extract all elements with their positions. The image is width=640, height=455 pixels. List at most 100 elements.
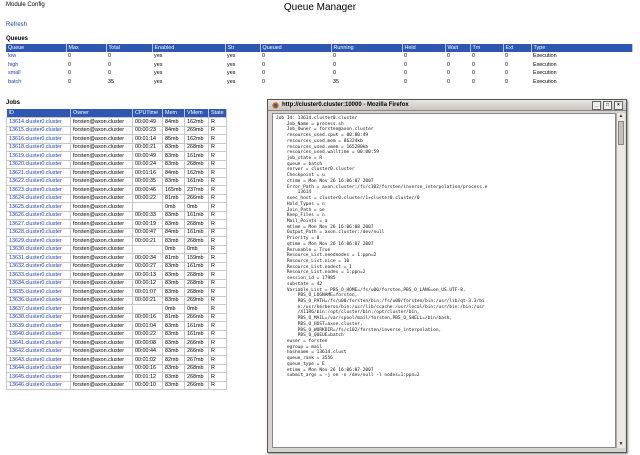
job-cell: R bbox=[208, 346, 227, 356]
job-id-link[interactable]: 13628.cluster0.cluster bbox=[6, 227, 71, 237]
job-cell: 237mb bbox=[184, 185, 209, 195]
queues-col-header[interactable]: Running bbox=[331, 44, 403, 52]
job-id-link[interactable]: 13636.cluster0.cluster bbox=[6, 295, 71, 305]
queue-cell: 0 bbox=[262, 70, 265, 77]
queues-col-header[interactable]: Str bbox=[225, 44, 261, 52]
job-cell: forsten@axon.cluster bbox=[70, 210, 133, 220]
job-id-link[interactable]: 13620.cluster0.cluster bbox=[6, 159, 71, 169]
job-id-link[interactable]: 13623.cluster0.cluster bbox=[6, 185, 71, 195]
job-cell: 83mb bbox=[162, 176, 185, 186]
job-row: 13631.cluster0.cluster forsten@axon.clust… bbox=[6, 253, 227, 263]
job-id-link[interactable]: 13645.cluster0.cluster bbox=[6, 372, 71, 382]
job-cell: 00:01:04 bbox=[132, 321, 163, 331]
jobs-col-header[interactable]: CPUTime bbox=[132, 109, 163, 118]
minimize-icon[interactable]: _ bbox=[592, 100, 601, 110]
popup-scrollbar[interactable]: ▲ ▼ bbox=[616, 113, 625, 448]
queue-cell: 0 bbox=[404, 79, 407, 86]
queue-cell: 0 bbox=[447, 70, 450, 77]
job-cell: 00:00:13 bbox=[132, 270, 163, 280]
refresh-link[interactable]: Refresh bbox=[6, 22, 27, 28]
queues-col-header[interactable]: Total bbox=[106, 44, 153, 52]
job-cell: R bbox=[208, 338, 227, 348]
job-id-link[interactable]: 13646.cluster0.cluster bbox=[6, 380, 71, 390]
job-cell: 00:00:22 bbox=[132, 329, 163, 339]
jobs-col-header[interactable]: Mem bbox=[162, 109, 185, 118]
queues-col-header[interactable]: Enabled bbox=[152, 44, 226, 52]
job-row: 13630.cluster0.cluster forsten@axon.clust… bbox=[6, 244, 227, 254]
queue-name-link[interactable]: high bbox=[6, 61, 66, 70]
scroll-up-icon[interactable]: ▲ bbox=[617, 113, 625, 120]
job-row: 13640.cluster0.cluster forsten@axon.clust… bbox=[6, 329, 227, 339]
job-id-link[interactable]: 13615.cluster0.cluster bbox=[6, 125, 71, 135]
queues-col-header[interactable]: Type bbox=[531, 44, 633, 52]
jobs-col-header[interactable]: State bbox=[208, 109, 227, 118]
job-cell: R bbox=[208, 151, 227, 161]
queue-cell: 0 bbox=[472, 70, 475, 77]
queues-col-header[interactable]: Queue bbox=[6, 44, 67, 52]
job-cell: forsten@axon.cluster bbox=[70, 117, 133, 127]
job-id-link[interactable]: 13630.cluster0.cluster bbox=[6, 244, 71, 254]
job-id-link[interactable]: 13635.cluster0.cluster bbox=[6, 287, 71, 297]
job-cell: 269mb bbox=[184, 125, 209, 135]
job-cell: 00:00:35 bbox=[132, 176, 163, 186]
job-cell: 0mb bbox=[162, 304, 185, 314]
popup-titlebar[interactable]: http://cluster0.cluster:10000 - Mozilla … bbox=[268, 100, 626, 111]
job-id-link[interactable]: 13614.cluster0.cluster bbox=[6, 117, 71, 127]
job-cell: forsten@axon.cluster bbox=[70, 363, 133, 373]
job-cell: forsten@axon.cluster bbox=[70, 159, 133, 169]
job-cell: 268mb bbox=[184, 236, 209, 246]
job-cell: 83mb bbox=[162, 236, 185, 246]
job-id-link[interactable]: 13622.cluster0.cluster bbox=[6, 176, 71, 186]
maximize-icon[interactable]: □ bbox=[603, 100, 612, 110]
queue-name-link[interactable]: batch bbox=[6, 78, 66, 87]
job-id-link[interactable]: 13625.cluster0.cluster bbox=[6, 202, 71, 212]
job-id-link[interactable]: 13627.cluster0.cluster bbox=[6, 219, 71, 229]
job-id-link[interactable]: 13640.cluster0.cluster bbox=[6, 329, 71, 339]
job-id-link[interactable]: 13641.cluster0.cluster bbox=[6, 338, 71, 348]
job-id-link[interactable]: 13643.cluster0.cluster bbox=[6, 355, 71, 365]
job-id-link[interactable]: 13624.cluster0.cluster bbox=[6, 193, 71, 203]
job-cell bbox=[132, 304, 163, 314]
job-id-link[interactable]: 13629.cluster0.cluster bbox=[6, 236, 71, 246]
job-row: 13625.cluster0.cluster forsten@axon.clust… bbox=[6, 202, 227, 212]
job-cell: 00:00:19 bbox=[132, 219, 163, 229]
scroll-thumb[interactable] bbox=[618, 121, 624, 145]
queues-col-header[interactable]: Held bbox=[402, 44, 446, 52]
job-id-link[interactable]: 13626.cluster0.cluster bbox=[6, 210, 71, 220]
job-id-link[interactable]: 13616.cluster0.cluster bbox=[6, 134, 71, 144]
job-id-link[interactable]: 13639.cluster0.cluster bbox=[6, 321, 71, 331]
job-id-link[interactable]: 13621.cluster0.cluster bbox=[6, 168, 71, 178]
job-row: 13615.cluster0.cluster forsten@axon.clust… bbox=[6, 125, 227, 135]
jobs-col-header[interactable]: Owner bbox=[70, 109, 133, 118]
job-cell: 83mb bbox=[162, 210, 185, 220]
firefox-popup-window[interactable]: http://cluster0.cluster:10000 - Mozilla … bbox=[267, 99, 627, 453]
queue-name-link[interactable]: low bbox=[6, 52, 66, 61]
queues-col-header[interactable]: Trn bbox=[470, 44, 504, 52]
queues-col-header[interactable]: Max bbox=[66, 44, 107, 52]
queue-name-link[interactable]: small bbox=[6, 69, 66, 78]
job-id-link[interactable]: 13642.cluster0.cluster bbox=[6, 346, 71, 356]
job-id-link[interactable]: 13638.cluster0.cluster bbox=[6, 312, 71, 322]
job-id-link[interactable]: 13618.cluster0.cluster bbox=[6, 142, 71, 152]
job-id-link[interactable]: 13637.cluster0.cluster bbox=[6, 304, 71, 314]
job-id-link[interactable]: 13619.cluster0.cluster bbox=[6, 151, 71, 161]
job-row: 13642.cluster0.cluster forsten@axon.clust… bbox=[6, 346, 227, 356]
job-cell: 00:01:12 bbox=[132, 372, 163, 382]
jobs-col-header[interactable]: VMem bbox=[184, 109, 209, 118]
queues-col-header[interactable]: Ext bbox=[503, 44, 532, 52]
job-id-link[interactable]: 13633.cluster0.cluster bbox=[6, 270, 71, 280]
queue-cell: yes bbox=[227, 79, 236, 86]
job-id-link[interactable]: 13644.cluster0.cluster bbox=[6, 363, 71, 373]
queues-col-header[interactable]: Queued bbox=[260, 44, 332, 52]
job-cell: 83mb bbox=[162, 380, 185, 390]
popup-content: Job Id: 13614.cluster0.cluster Job_Name … bbox=[272, 113, 616, 448]
queues-col-header[interactable]: Wait bbox=[445, 44, 471, 52]
job-id-link[interactable]: 13632.cluster0.cluster bbox=[6, 261, 71, 271]
job-cell: 83mb bbox=[162, 295, 185, 305]
close-icon[interactable]: × bbox=[614, 100, 623, 110]
scroll-down-icon[interactable]: ▼ bbox=[617, 441, 625, 448]
job-id-link[interactable]: 13634.cluster0.cluster bbox=[6, 278, 71, 288]
job-id-link[interactable]: 13631.cluster0.cluster bbox=[6, 253, 71, 263]
jobs-col-header[interactable]: ID bbox=[6, 109, 71, 118]
job-cell: R bbox=[208, 321, 227, 331]
